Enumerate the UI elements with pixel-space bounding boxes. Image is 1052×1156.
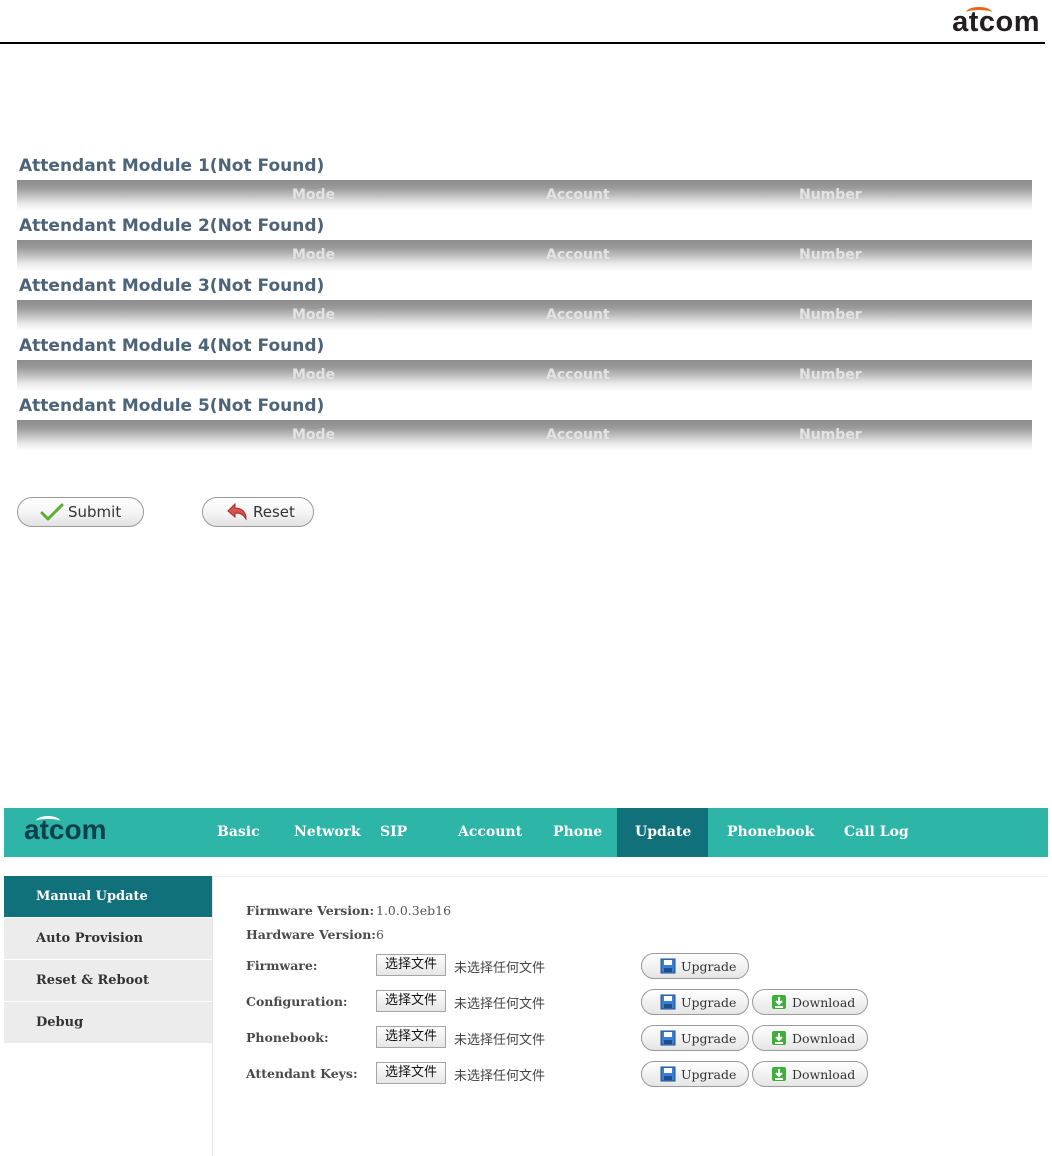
hardware-version-label: Hardware Version: — [246, 927, 376, 942]
firmware-label: Firmware: — [246, 958, 318, 973]
web-ui-screenshot: atcom Basic Network SIP Account Phone Up… — [4, 808, 1048, 1156]
nav-sip[interactable]: SIP — [362, 808, 425, 857]
attendant-keys-upgrade-button[interactable]: Upgrade — [641, 1061, 749, 1087]
configuration-upgrade-button[interactable]: Upgrade — [641, 989, 749, 1015]
upgrade-label: Upgrade — [681, 958, 737, 974]
configuration-no-file-text: 未选择任何文件 — [454, 997, 546, 1012]
module-header-bar: Mode Account Number — [17, 300, 1032, 330]
nav-update[interactable]: Update — [617, 808, 708, 857]
firmware-upgrade-button[interactable]: Upgrade — [641, 953, 749, 979]
column-account: Account — [546, 427, 610, 443]
phonebook-no-file-text: 未选择任何文件 — [454, 1033, 546, 1048]
column-mode: Mode — [292, 247, 336, 263]
save-disk-icon — [660, 1066, 676, 1082]
submit-label: Submit — [68, 503, 122, 521]
column-number: Number — [799, 187, 862, 203]
module-header-bar: Mode Account Number — [17, 360, 1032, 390]
save-disk-icon — [660, 958, 676, 974]
firmware-choose-file-button[interactable]: 选择文件 — [376, 954, 447, 976]
phonebook-label: Phonebook: — [246, 1030, 329, 1045]
module-header-bar: Mode Account Number — [17, 180, 1032, 210]
column-number: Number — [799, 307, 862, 323]
content-rule — [213, 876, 1048, 877]
module-title: Attendant Module 1(Not Found) — [19, 156, 325, 176]
phonebook-upgrade-button[interactable]: Upgrade — [641, 1025, 749, 1051]
column-account: Account — [546, 307, 610, 323]
nav-account[interactable]: Account — [440, 808, 540, 857]
column-mode: Mode — [292, 427, 336, 443]
column-number: Number — [799, 427, 862, 443]
header-rule — [0, 42, 1045, 44]
download-label: Download — [792, 1066, 856, 1082]
nav-call-log[interactable]: Call Log — [826, 808, 927, 857]
column-mode: Mode — [292, 367, 336, 383]
download-label: Download — [792, 1030, 856, 1046]
submit-button[interactable]: Submit — [17, 497, 144, 527]
save-disk-icon — [660, 1030, 676, 1046]
attendant-keys-label: Attendant Keys: — [246, 1066, 358, 1081]
ui-logo: atcom — [24, 814, 106, 846]
download-icon — [772, 1031, 786, 1045]
column-mode: Mode — [292, 307, 336, 323]
download-icon — [772, 1067, 786, 1081]
hardware-version-value: 6 — [376, 927, 384, 942]
reset-button[interactable]: Reset — [202, 497, 314, 527]
sidebar-divider — [212, 876, 213, 1156]
firmware-no-file-text: 未选择任何文件 — [454, 961, 546, 976]
top-navigation: atcom Basic Network SIP Account Phone Up… — [4, 808, 1048, 857]
nav-phonebook[interactable]: Phonebook — [709, 808, 832, 857]
upgrade-label: Upgrade — [681, 1030, 737, 1046]
column-account: Account — [546, 187, 610, 203]
module-title: Attendant Module 5(Not Found) — [19, 396, 325, 416]
upgrade-label: Upgrade — [681, 1066, 737, 1082]
sidebar: Manual Update Auto Provision Reset & Reb… — [4, 876, 212, 1044]
phonebook-download-button[interactable]: Download — [752, 1025, 868, 1051]
upgrade-label: Upgrade — [681, 994, 737, 1010]
firmware-version-value: 1.0.0.3eb16 — [376, 903, 452, 918]
module-header-bar: Mode Account Number — [17, 420, 1032, 450]
phonebook-choose-file-button[interactable]: 选择文件 — [376, 1026, 447, 1048]
sidebar-item-reset-reboot[interactable]: Reset & Reboot — [4, 960, 212, 1002]
nav-basic[interactable]: Basic — [199, 808, 278, 857]
configuration-label: Configuration: — [246, 994, 348, 1009]
module-title: Attendant Module 2(Not Found) — [19, 216, 325, 236]
column-mode: Mode — [292, 187, 336, 203]
sidebar-item-manual-update[interactable]: Manual Update — [4, 876, 212, 918]
brand-logo: atcom — [952, 4, 1040, 40]
undo-arrow-icon — [227, 502, 247, 521]
firmware-version-label: Firmware Version: — [246, 903, 375, 918]
nav-phone[interactable]: Phone — [535, 808, 620, 857]
reset-label: Reset — [253, 503, 295, 521]
attendant-keys-download-button[interactable]: Download — [752, 1061, 868, 1087]
module-title: Attendant Module 4(Not Found) — [19, 336, 325, 356]
module-header-bar: Mode Account Number — [17, 240, 1032, 270]
attendant-keys-choose-file-button[interactable]: 选择文件 — [376, 1062, 447, 1084]
column-account: Account — [546, 247, 610, 263]
save-disk-icon — [660, 994, 676, 1010]
module-title: Attendant Module 3(Not Found) — [19, 276, 325, 296]
column-number: Number — [799, 367, 862, 383]
configuration-download-button[interactable]: Download — [752, 989, 868, 1015]
column-account: Account — [546, 367, 610, 383]
checkmark-icon — [40, 503, 64, 521]
sidebar-item-debug[interactable]: Debug — [4, 1002, 212, 1044]
download-label: Download — [792, 994, 856, 1010]
column-number: Number — [799, 247, 862, 263]
sidebar-item-auto-provision[interactable]: Auto Provision — [4, 918, 212, 960]
attendant-keys-no-file-text: 未选择任何文件 — [454, 1069, 546, 1084]
configuration-choose-file-button[interactable]: 选择文件 — [376, 990, 447, 1012]
download-icon — [772, 995, 786, 1009]
